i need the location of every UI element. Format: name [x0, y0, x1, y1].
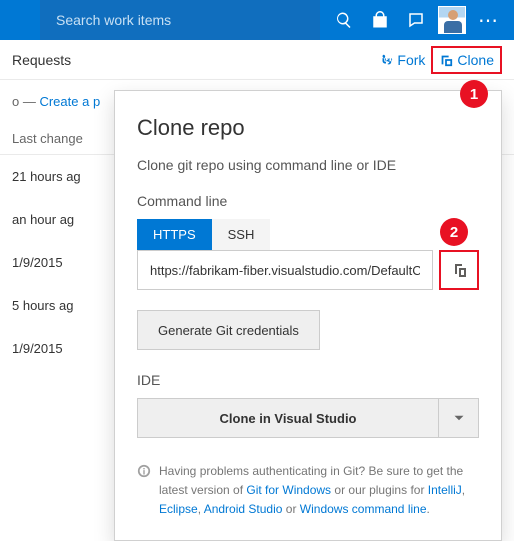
popup-title: Clone repo — [137, 115, 479, 141]
feedback-icon[interactable] — [398, 0, 434, 40]
link-intellij[interactable]: IntelliJ — [428, 483, 462, 497]
clone-button[interactable]: Clone — [431, 46, 502, 74]
fork-button[interactable]: Fork — [373, 48, 431, 72]
link-win-cmd[interactable]: Windows command line — [300, 502, 427, 516]
search-icon[interactable] — [326, 0, 362, 40]
clone-label: Clone — [457, 52, 494, 68]
popup-subtitle: Clone git repo using command line or IDE — [137, 157, 479, 173]
fork-label: Fork — [397, 52, 425, 68]
copy-icon — [451, 262, 467, 278]
search-input[interactable]: Search work items — [40, 0, 320, 40]
page-title: Requests — [12, 52, 71, 68]
callout-2: 2 — [440, 218, 468, 246]
callout-1: 1 — [460, 80, 488, 108]
generate-credentials-button[interactable]: Generate Git credentials — [137, 310, 320, 350]
tab-https[interactable]: HTTPS — [137, 219, 212, 250]
clone-url-input[interactable] — [137, 250, 433, 290]
ide-label: IDE — [137, 372, 479, 388]
search-placeholder: Search work items — [56, 12, 171, 28]
tab-ssh[interactable]: SSH — [212, 219, 271, 250]
help-text: Having problems authenticating in Git? B… — [137, 462, 479, 520]
clone-popup: Clone repo Clone git repo using command … — [114, 90, 502, 541]
clone-ide-button[interactable]: Clone in Visual Studio — [137, 398, 439, 438]
more-icon[interactable]: ⋯ — [470, 8, 506, 33]
chevron-down-icon — [453, 412, 465, 424]
breadcrumb-link[interactable]: Create a p — [39, 94, 100, 109]
ide-dropdown[interactable] — [439, 398, 479, 438]
command-line-label: Command line — [137, 193, 479, 209]
link-android-studio[interactable]: Android Studio — [204, 502, 283, 516]
shopping-bag-icon[interactable] — [362, 0, 398, 40]
copy-button[interactable] — [439, 250, 479, 290]
link-git-windows[interactable]: Git for Windows — [246, 483, 331, 497]
info-icon — [137, 464, 151, 478]
link-eclipse[interactable]: Eclipse — [159, 502, 198, 516]
avatar[interactable] — [438, 6, 466, 34]
